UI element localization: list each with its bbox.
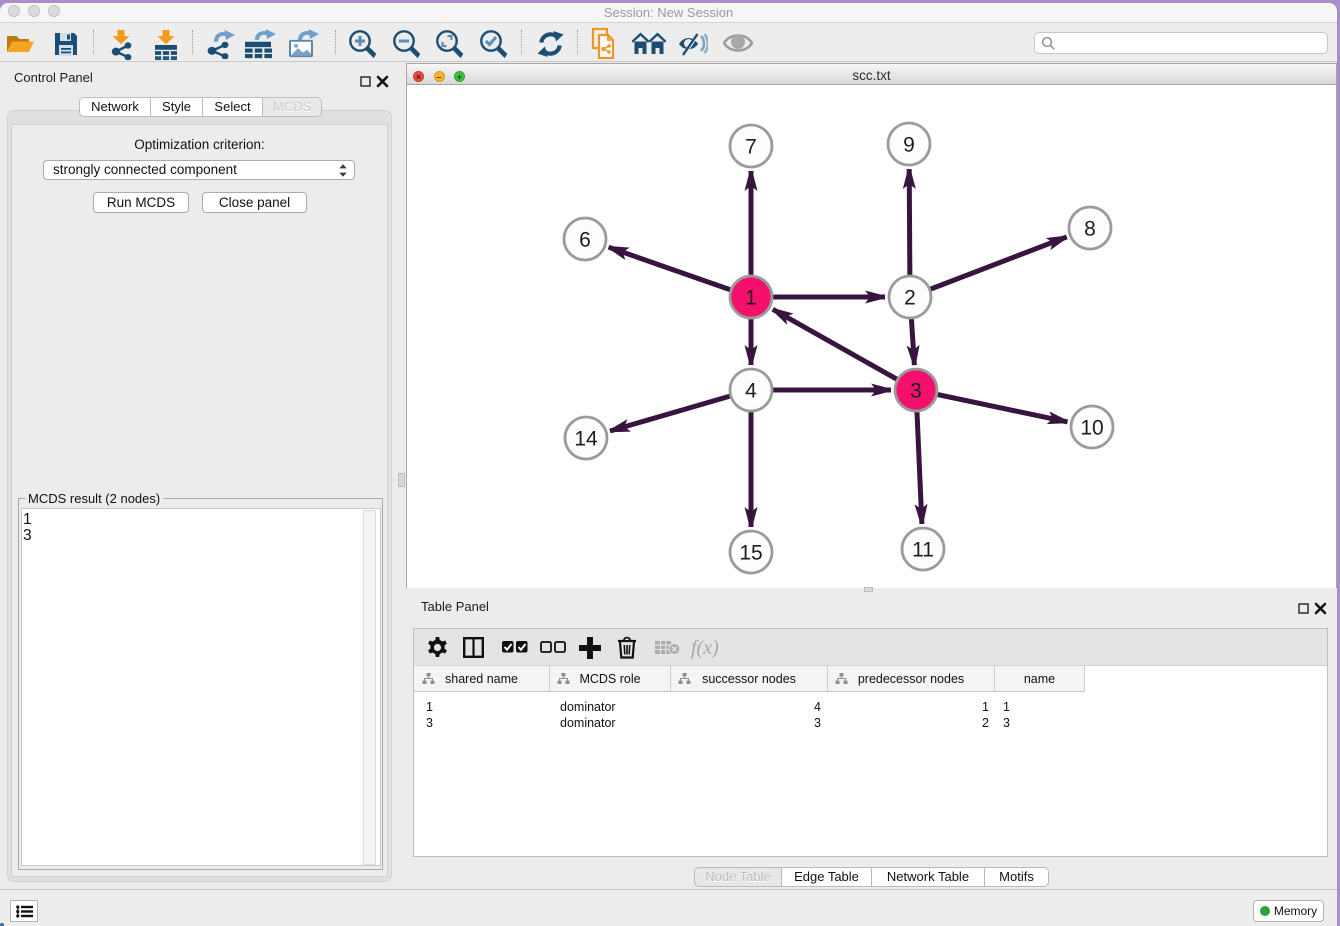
svg-text:6: 6 <box>579 229 591 252</box>
svg-text:14: 14 <box>574 428 598 451</box>
svg-text:4: 4 <box>745 380 757 403</box>
svg-text:1: 1 <box>745 287 757 310</box>
svg-text:15: 15 <box>739 542 762 565</box>
svg-text:7: 7 <box>745 136 757 159</box>
svg-text:9: 9 <box>903 134 915 157</box>
svg-text:11: 11 <box>912 539 934 562</box>
svg-text:10: 10 <box>1080 417 1103 440</box>
svg-text:3: 3 <box>910 380 922 403</box>
svg-text:8: 8 <box>1084 218 1096 241</box>
svg-text:f(x): f(x) <box>691 637 719 659</box>
svg-text:2: 2 <box>904 287 916 310</box>
